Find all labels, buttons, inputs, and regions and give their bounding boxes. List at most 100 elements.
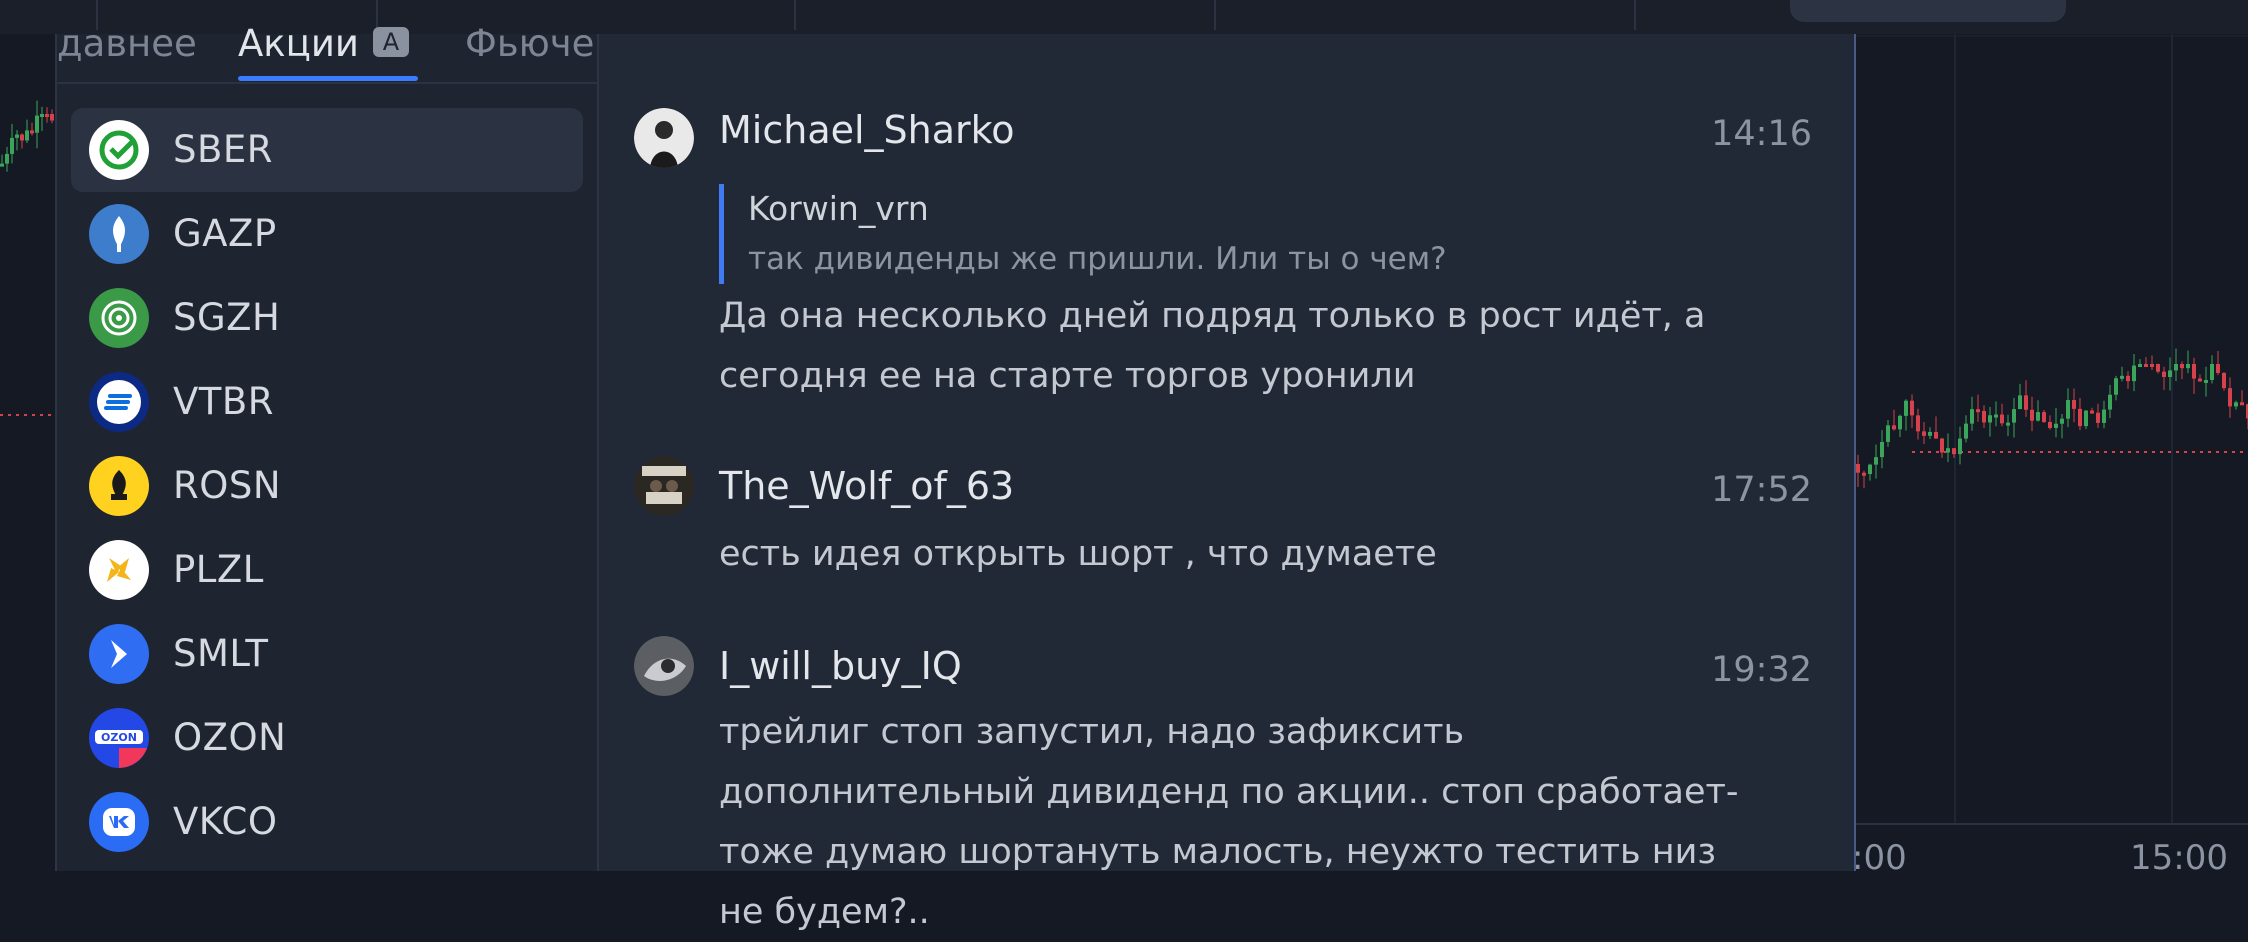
candle-body <box>25 130 29 141</box>
price-chart-right <box>1852 34 2248 825</box>
candle-body <box>2012 409 2016 423</box>
candle-body <box>2204 379 2208 383</box>
avatar[interactable] <box>634 108 694 168</box>
toolbar-divider <box>794 0 796 30</box>
candle-body <box>2096 412 2100 423</box>
message-author[interactable]: I_will_buy_IQ <box>719 644 962 688</box>
message-text: трейлиг стоп запустил, надо зафиксить до… <box>719 712 1739 932</box>
ticker-symbol: SBER <box>173 128 273 171</box>
candle-body <box>2018 395 2022 410</box>
candle-body <box>2078 408 2082 427</box>
candle-body <box>2162 371 2166 378</box>
quote-text: так дивиденды же пришли. Или ты о чем? <box>748 241 1447 277</box>
reply-quote[interactable]: Korwin_vrn так дивиденды же пришли. Или … <box>719 184 1447 284</box>
candle-body <box>2144 364 2148 367</box>
candle-body <box>2042 412 2046 422</box>
candle-body <box>45 114 49 117</box>
avatar[interactable] <box>634 636 694 696</box>
candle-body <box>1874 457 1878 465</box>
candle-body <box>2126 375 2130 382</box>
candle-body <box>2138 364 2142 367</box>
ticker-list: SBER GAZP SGZH VTBR ROSN PLZL SMLT OZON … <box>71 108 583 864</box>
candle-body <box>2108 394 2112 410</box>
candle-body <box>1856 464 1860 473</box>
candle-body <box>2150 364 2154 367</box>
active-tab-indicator <box>238 76 418 81</box>
candle-body <box>2186 364 2190 369</box>
quote-author: Korwin_vrn <box>748 189 929 228</box>
candle-body <box>1952 448 1956 455</box>
ticker-item-plzl[interactable]: PLZL <box>71 528 583 612</box>
chart-area-right[interactable] <box>1852 34 2248 871</box>
ticker-item-vtbr[interactable]: VTBR <box>71 360 583 444</box>
candle-body <box>2222 372 2226 389</box>
candle-body <box>1886 425 1890 442</box>
sber-icon <box>89 120 149 180</box>
ticker-symbol: VKCO <box>173 800 278 843</box>
chart-area-left <box>0 34 59 871</box>
message-time: 14:16 <box>1711 114 1812 154</box>
candle-body <box>2000 414 2004 424</box>
candle-body <box>30 130 34 134</box>
message-author[interactable]: Michael_Sharko <box>719 108 1015 152</box>
candle-body <box>1922 431 1926 436</box>
ticker-symbol: ROSN <box>173 464 281 507</box>
candle-body <box>35 115 39 133</box>
ticker-symbol: PLZL <box>173 548 264 591</box>
candle-body <box>2090 410 2094 414</box>
message-author[interactable]: The_Wolf_of_63 <box>719 464 1014 508</box>
tab-badge: A <box>372 26 409 57</box>
candle-body <box>15 134 19 138</box>
candle-body <box>5 153 9 164</box>
toolbar-button[interactable] <box>1790 0 2066 22</box>
tab-futures[interactable]: Фьюче <box>465 22 594 65</box>
tab-recent[interactable]: давнее <box>57 22 197 65</box>
candle-body <box>2060 418 2064 424</box>
chart-time-label: 15:00 <box>2130 838 2228 878</box>
ozon-icon: OZON <box>89 708 149 768</box>
candle-body <box>2180 364 2184 369</box>
candle-body <box>2072 400 2076 409</box>
message-time: 17:52 <box>1711 470 1812 510</box>
rosneft-icon <box>89 456 149 516</box>
candle-body <box>2156 364 2160 372</box>
candle-body <box>2036 412 2040 421</box>
candle-body <box>1868 464 1872 475</box>
candle-body <box>2102 409 2106 423</box>
vk-icon <box>89 792 149 852</box>
ticker-item-gazp[interactable]: GAZP <box>71 192 583 276</box>
ticker-item-rosn[interactable]: ROSN <box>71 444 583 528</box>
chart-time-label: :00 <box>1852 838 1907 878</box>
ticker-item-smlt[interactable]: SMLT <box>71 612 583 696</box>
ticker-item-vkco[interactable]: VKCO <box>71 780 583 864</box>
candle-body <box>2006 422 2010 426</box>
ticker-tabs: давнее Акции A Фьюче <box>57 22 597 84</box>
candle-body <box>10 137 14 154</box>
ticker-symbol: GAZP <box>173 212 277 255</box>
toolbar-divider <box>1634 0 1636 30</box>
ticker-item-ozon[interactable]: OZON OZON <box>71 696 583 780</box>
ticker-symbol: SMLT <box>173 632 269 675</box>
candle-body <box>0 163 4 167</box>
candle-body <box>2174 364 2178 371</box>
message-text: есть идея открыть шорт , что думаете <box>719 534 1437 574</box>
candle-body <box>2192 364 2196 379</box>
avatar[interactable] <box>634 456 694 516</box>
candle-body <box>1892 425 1896 430</box>
candle-body <box>2084 410 2088 427</box>
candle-body <box>40 114 44 117</box>
candle-body <box>1904 400 1908 416</box>
tab-stocks[interactable]: Акции A <box>238 22 409 65</box>
candle-body <box>2030 409 2034 421</box>
candle-body <box>2234 402 2238 407</box>
message-time: 19:32 <box>1711 650 1812 690</box>
candle-body <box>20 134 24 141</box>
candle-body <box>1976 409 1980 413</box>
candle-body <box>1934 431 1938 439</box>
candle-body <box>2132 365 2136 382</box>
ticker-item-sber[interactable]: SBER <box>71 108 583 192</box>
candle-body <box>2048 421 2052 428</box>
ticker-item-sgzh[interactable]: SGZH <box>71 276 583 360</box>
candle-body <box>2054 423 2058 428</box>
ticker-symbol: SGZH <box>173 296 281 339</box>
